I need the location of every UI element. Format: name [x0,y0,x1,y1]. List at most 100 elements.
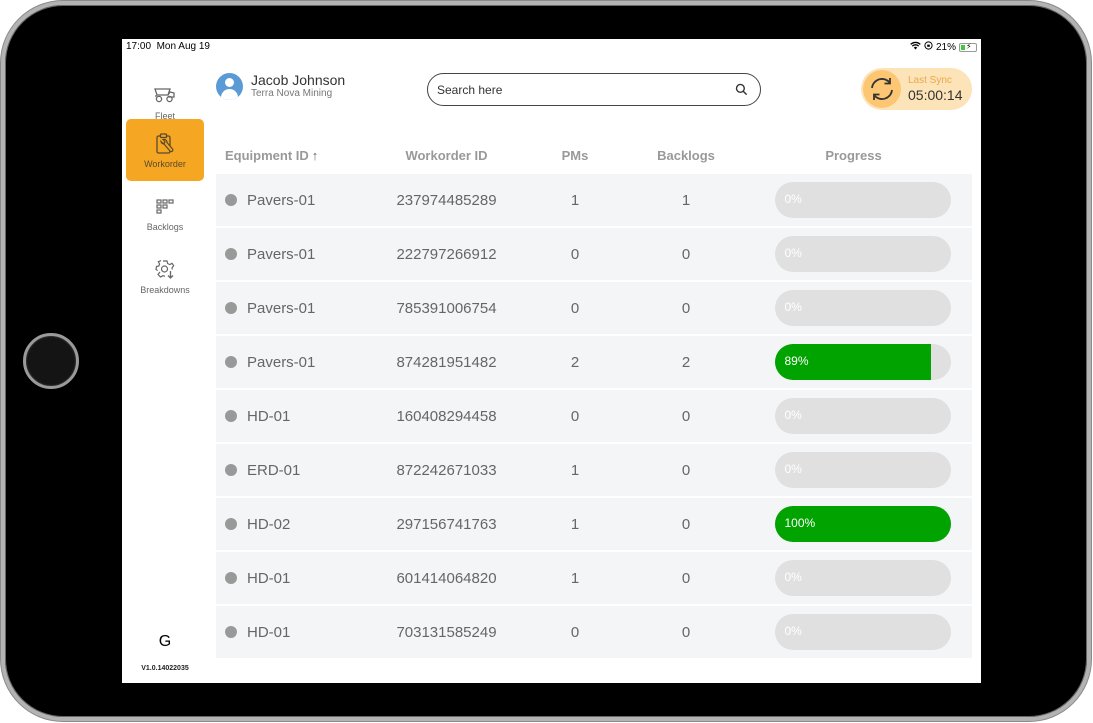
wifi-icon [910,41,921,53]
app-screen: 17:00 Mon Aug 19 21% ⚡ Fleet Workorder B… [122,39,981,683]
equipment-id: Pavers-01 [247,299,316,317]
workorder-id: 297156741763 [396,515,497,533]
grid-icon [156,198,174,214]
progress-bar: 89% [774,344,951,380]
status-dot [225,518,237,530]
equipment-cell: Pavers-01 [216,300,380,317]
progress-label: 89% [784,354,809,368]
sidebar: Fleet Workorder Backlogs Breakdowns G V1… [122,55,208,683]
brand-logo: G [158,633,172,650]
sidebar-item-breakdowns[interactable]: Breakdowns [126,245,204,307]
table-body: Pavers-01 237974485289 1 1 0% Pavers-01 … [216,174,972,658]
search-bar[interactable] [427,73,761,106]
equipment-id: Pavers-01 [247,353,316,371]
column-header-workorder-id[interactable]: Workorder ID [380,148,513,163]
status-dot [225,194,237,206]
pms-count: 0 [570,623,580,641]
clipboard-wrench-icon [156,132,174,154]
workorder-id: 703131585249 [396,623,497,641]
equipment-id: Pavers-01 [247,191,316,209]
status-dot [225,572,237,584]
search-icon[interactable] [735,83,748,96]
status-bar: 17:00 Mon Aug 19 21% ⚡ [122,39,981,55]
pms-count: 1 [570,515,580,533]
column-header-equipment-id[interactable]: Equipment ID ↑ [216,148,380,163]
equipment-cell: Pavers-01 [216,192,380,209]
table-header: Equipment ID ↑ Workorder ID PMs Backlogs … [216,136,972,174]
pms-count: 1 [570,191,580,209]
progress-label: 0% [784,570,802,584]
pms-count: 2 [570,353,580,371]
progress-bar: 0% [774,182,951,218]
progress-bar: 0% [774,452,951,488]
battery-percent: 21% [935,41,956,53]
sidebar-item-workorder[interactable]: Workorder [126,119,204,181]
last-sync-badge[interactable]: Last Sync 05:00:14 [861,68,972,110]
status-dot [225,356,237,368]
sidebar-item-label: Breakdowns [140,284,190,295]
equipment-cell: HD-02 [216,516,380,533]
status-dot [225,410,237,422]
backlogs-count: 0 [681,569,691,587]
equipment-id: Pavers-01 [247,245,316,263]
pms-count: 0 [570,407,580,425]
workorder-id: 785391006754 [396,299,497,317]
table-row[interactable]: Pavers-01 874281951482 2 2 89% [216,336,972,388]
sort-ascending-icon: ↑ [311,147,319,163]
table-row[interactable]: HD-02 297156741763 1 0 100% [216,498,972,550]
backlogs-count: 0 [681,461,691,479]
table-row[interactable]: Pavers-01 222797266912 0 0 0% [216,228,972,280]
sidebar-item-backlogs[interactable]: Backlogs [126,182,204,244]
equipment-id: ERD-01 [247,461,301,479]
progress-bar: 0% [774,236,951,272]
status-dot [225,302,237,314]
column-header-backlogs[interactable]: Backlogs [637,148,735,163]
workorder-id: 237974485289 [396,191,497,209]
user-name: Jacob Johnson [251,72,346,88]
table-row[interactable]: HD-01 601414064820 1 0 0% [216,552,972,604]
workorder-id: 872242671033 [396,461,497,479]
avatar [216,73,243,100]
table-row[interactable]: Pavers-01 237974485289 1 1 0% [216,174,972,226]
sync-time: 05:00:14 [908,87,963,103]
progress-bar: 100% [774,506,951,542]
progress-label: 0% [784,246,802,260]
progress-bar: 0% [774,614,951,650]
pms-count: 0 [570,299,580,317]
search-input[interactable] [437,82,735,97]
sync-button[interactable] [863,70,901,108]
home-button[interactable] [23,333,79,389]
equipment-cell: Pavers-01 [216,246,380,263]
backlogs-count: 0 [681,515,691,533]
equipment-cell: HD-01 [216,570,380,587]
progress-cell: 0% [735,614,972,650]
table-row[interactable]: HD-01 703131585249 0 0 0% [216,606,972,658]
user-profile[interactable]: Jacob Johnson Terra Nova Mining [216,73,345,100]
status-time: 17:00 Mon Aug 19 [126,41,210,52]
table-row[interactable]: ERD-01 872242671033 1 0 0% [216,444,972,496]
status-dot [225,626,237,638]
backlogs-count: 0 [681,245,691,263]
column-header-progress[interactable]: Progress [735,148,972,163]
equipment-id: HD-01 [247,407,291,425]
workorder-id: 601414064820 [396,569,497,587]
progress-bar: 0% [774,560,951,596]
progress-cell: 100% [735,506,972,542]
workorder-table: Equipment ID ↑ Workorder ID PMs Backlogs … [216,136,972,660]
status-icons: 21% ⚡ [910,41,977,53]
battery-icon: ⚡ [959,42,977,52]
pms-count: 0 [570,245,580,263]
pms-count: 1 [570,569,580,587]
backlogs-count: 1 [681,191,691,209]
progress-label: 0% [784,300,802,314]
sidebar-item-label: Workorder [144,158,186,169]
equipment-cell: HD-01 [216,408,380,425]
progress-label: 0% [784,462,802,476]
table-row[interactable]: Pavers-01 785391006754 0 0 0% [216,282,972,334]
progress-cell: 0% [735,290,972,326]
table-row[interactable]: HD-01 160408294458 0 0 0% [216,390,972,442]
progress-bar: 0% [774,290,951,326]
truck-icon [154,87,175,102]
column-header-pms[interactable]: PMs [513,148,637,163]
app-version: V1.0.14022035 [141,665,189,672]
